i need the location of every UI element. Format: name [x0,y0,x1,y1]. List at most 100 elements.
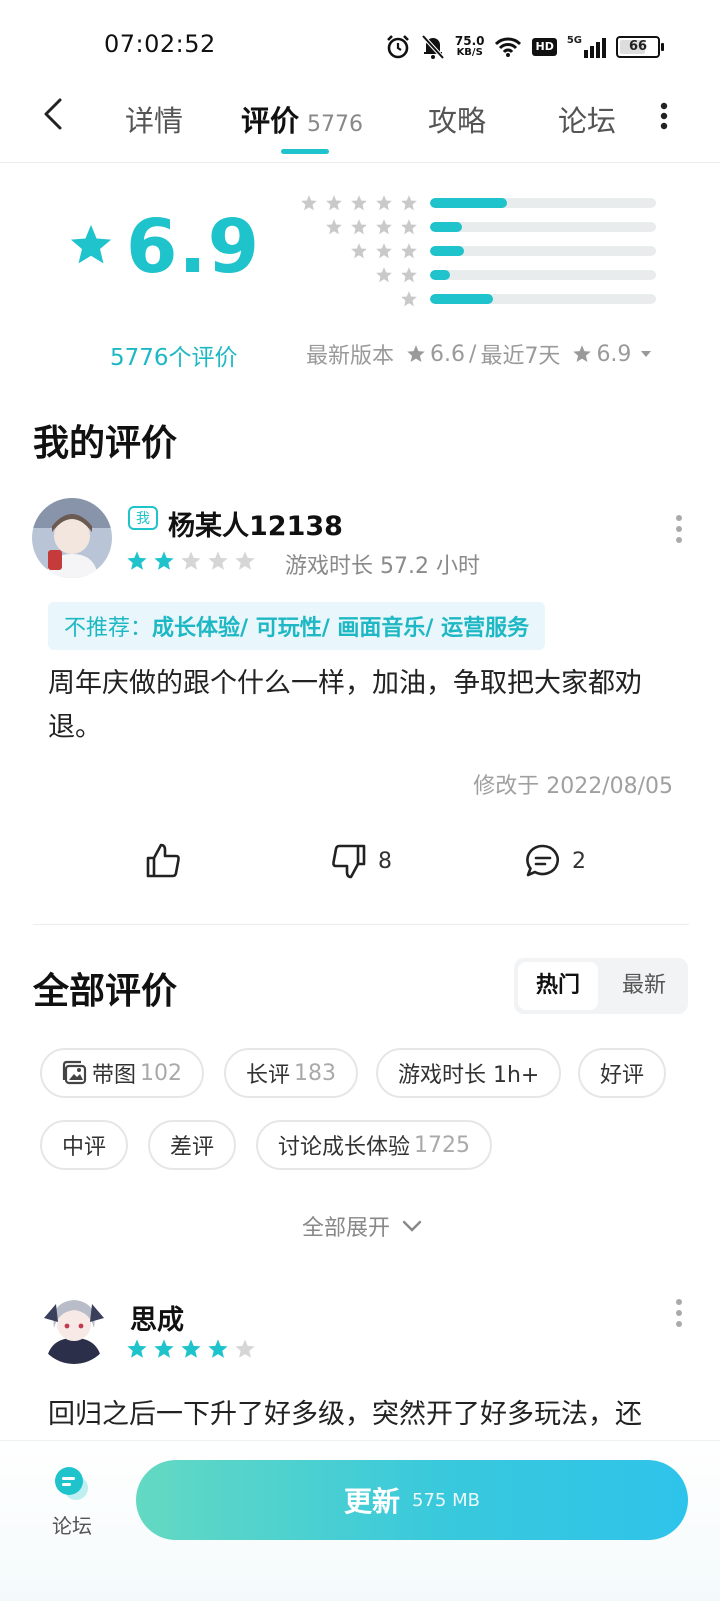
thumbs-down-icon [332,844,366,879]
review-count: 5776个评价 [110,345,238,371]
more-icon[interactable] [674,1298,684,1328]
sort-new-button[interactable]: 最新 [604,962,684,1010]
username[interactable]: 思成 [130,1298,184,1337]
dislike-count: 8 [378,848,392,874]
distribution-row-1-star [0,290,720,308]
tag-values: 成长体验/ 可玩性/ 画面音乐/ 运营服务 [152,616,530,641]
latest-version-label: 最新版本 [306,344,395,369]
forum-label[interactable]: 论坛 [52,1510,92,1539]
star-icon [154,551,174,570]
all-reviews-title: 全部评价 [33,971,178,1012]
battery-icon: 66 [616,36,664,58]
status-icons: 75.0 KB/S HD 5G 66 [385,30,664,64]
update-label: 更新 [344,1485,401,1518]
username[interactable]: 杨某人12138 [168,504,343,543]
star-icon [235,1339,255,1358]
comment-button[interactable]: 2 [524,842,586,880]
star-icon [401,291,417,307]
distribution-bar-fill [430,222,462,232]
star-icon [127,551,147,570]
comment-count: 2 [572,848,586,874]
distribution-row-2-star [0,266,720,284]
distribution-stars [350,242,418,260]
star-icon [376,219,392,235]
star-icon [401,195,417,211]
dislike-button[interactable]: 8 [330,842,392,880]
tab-divider [0,162,720,163]
sort-hot-button[interactable]: 热门 [518,962,598,1010]
comment-icon [526,844,559,877]
update-size: 575 MB [412,1489,480,1511]
tab-reviews-label: 评价 [241,104,300,138]
star-icon [326,195,342,211]
filter-chip-growth-discussion[interactable]: 讨论成长体验 1725 [256,1120,493,1170]
filter-chip-with-image[interactable]: 带图 102 [40,1048,205,1098]
thumbs-up-icon [146,843,180,878]
alarm-icon [386,35,409,59]
avatar-image [36,1288,112,1364]
filter-chip-playtime[interactable]: 游戏时长 1h+ [376,1048,562,1098]
image-icon [62,1060,87,1085]
distribution-bar-fill [430,294,494,304]
star-icon [401,219,417,235]
more-icon[interactable] [656,100,672,132]
not-recommend-label: 不推荐： [64,616,153,641]
signal-icon: 5G [567,36,606,58]
star-icon [127,1339,147,1358]
status-time: 07:02:52 [104,30,216,58]
user-rating-stars [126,550,256,572]
playtime: 游戏时长 57.2 小时 [285,554,480,579]
modified-date: 修改于 2022/08/05 [473,774,673,799]
avatar-image [32,498,112,578]
update-button[interactable]: 更新 575 MB [136,1460,688,1540]
filter-chip-positive[interactable]: 好评 [578,1048,667,1098]
distribution-row-3-star [0,242,720,260]
review-text: 周年庆做的跟个什么一样，加油，争取把大家都劝退。 [48,668,642,743]
tab-guides[interactable]: 攻略 [428,98,486,140]
filter-chip-neutral[interactable]: 中评 [40,1120,129,1170]
distribution-bar-fill [430,270,451,280]
star-icon [154,1339,174,1358]
user-rating-stars [126,1338,256,1360]
tab-details[interactable]: 详情 [125,98,183,140]
star-icon [208,551,228,570]
avatar[interactable] [36,1288,112,1364]
active-tab-indicator [281,149,329,154]
star-icon [326,219,342,235]
star-icon [301,195,317,211]
avatar[interactable] [32,498,112,578]
mute-bell-icon [421,34,445,60]
distribution-bar [430,270,656,280]
distribution-bar-fill [430,198,507,208]
version-rating-selector[interactable]: 最新版本 6.6 / 最近7天 6.9 [306,338,653,370]
expand-all-button[interactable]: 全部展开 [302,1210,422,1242]
star-icon [208,1339,228,1358]
forum-icon[interactable] [52,1464,92,1504]
wifi-icon [495,37,522,57]
section-divider [33,924,689,925]
distribution-bar [430,294,656,304]
review-text: 回归之后一下升了好多级，突然开了好多玩法，还 [48,1399,642,1430]
star-icon [376,267,392,283]
star-icon [181,1339,201,1358]
like-button[interactable] [144,842,182,880]
back-arrow-icon[interactable] [34,94,74,134]
distribution-bar [430,246,656,256]
hd-icon: HD [532,38,557,56]
tab-forum[interactable]: 论坛 [558,98,616,140]
star-icon [401,243,417,259]
star-icon [376,195,392,211]
star-icon [351,243,367,259]
star-icon [407,345,425,362]
more-icon[interactable] [674,514,684,544]
recent-label: 最近7天 [480,344,561,369]
me-badge: 我 [128,506,158,530]
star-icon [235,551,255,570]
filter-chip-negative[interactable]: 差评 [148,1120,237,1170]
chevron-down-icon [402,1220,422,1232]
tab-reviews[interactable]: 评价 5776 [241,98,363,140]
filter-chip-long-review[interactable]: 长评 183 [224,1048,359,1098]
distribution-row-5-star [0,194,720,212]
net-speed: 75.0 KB/S [454,34,485,58]
distribution-stars [300,194,418,212]
